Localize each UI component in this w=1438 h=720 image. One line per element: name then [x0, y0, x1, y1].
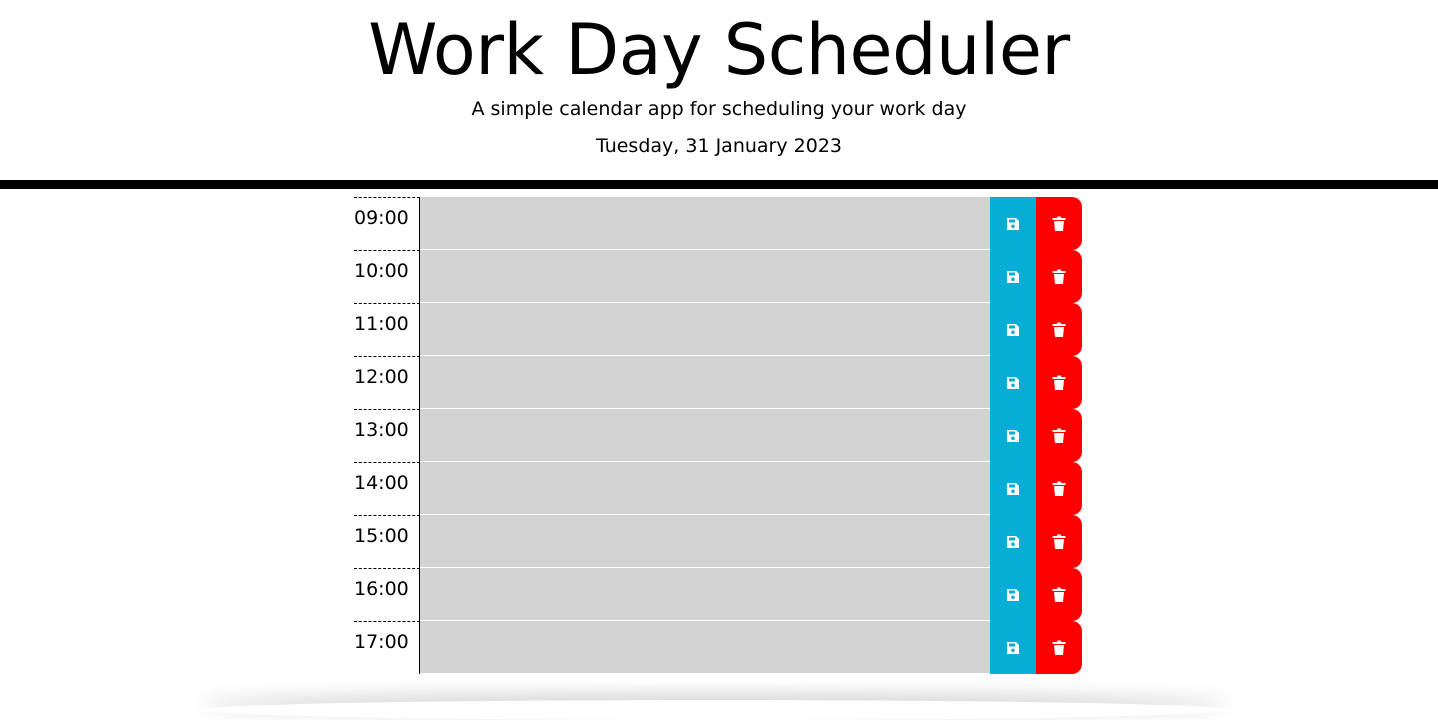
hour-label: 10:00: [354, 250, 420, 303]
floppy-disk-icon: [1006, 217, 1020, 231]
trash-icon: [1052, 322, 1066, 338]
hour-label: 14:00: [354, 462, 420, 515]
floppy-disk-icon: [1006, 270, 1020, 284]
description-input[interactable]: [420, 462, 990, 515]
save-button[interactable]: [990, 568, 1036, 621]
time-block-17: 17:00: [354, 621, 1082, 674]
hour-label: 11:00: [354, 303, 420, 356]
header: Work Day Scheduler A simple calendar app…: [0, 0, 1438, 189]
description-input[interactable]: [420, 197, 990, 250]
time-block-15: 15:00: [354, 515, 1082, 568]
delete-button[interactable]: [1036, 197, 1082, 250]
delete-button[interactable]: [1036, 356, 1082, 409]
schedule-container: 09:00 10:00 11:00 12:00 13:00 14:00 15:0…: [354, 197, 1082, 674]
save-button[interactable]: [990, 409, 1036, 462]
description-input[interactable]: [420, 621, 990, 674]
floppy-disk-icon: [1006, 482, 1020, 496]
floppy-disk-icon: [1006, 588, 1020, 602]
delete-button[interactable]: [1036, 568, 1082, 621]
trash-icon: [1052, 216, 1066, 232]
hour-label: 17:00: [354, 621, 420, 674]
time-block-12: 12:00: [354, 356, 1082, 409]
hour-label: 16:00: [354, 568, 420, 621]
bottom-shadow: [200, 700, 1230, 720]
floppy-disk-icon: [1006, 535, 1020, 549]
hour-label: 09:00: [354, 197, 420, 250]
save-button[interactable]: [990, 303, 1036, 356]
floppy-disk-icon: [1006, 376, 1020, 390]
hour-label: 13:00: [354, 409, 420, 462]
delete-button[interactable]: [1036, 409, 1082, 462]
page-subtitle: A simple calendar app for scheduling you…: [471, 98, 967, 120]
delete-button[interactable]: [1036, 250, 1082, 303]
hour-label: 12:00: [354, 356, 420, 409]
description-input[interactable]: [420, 409, 990, 462]
time-block-13: 13:00: [354, 409, 1082, 462]
description-input[interactable]: [420, 303, 990, 356]
delete-button[interactable]: [1036, 462, 1082, 515]
time-block-10: 10:00: [354, 250, 1082, 303]
time-block-09: 09:00: [354, 197, 1082, 250]
delete-button[interactable]: [1036, 515, 1082, 568]
save-button[interactable]: [990, 462, 1036, 515]
current-day: Tuesday, 31 January 2023: [595, 135, 843, 157]
description-input[interactable]: [420, 568, 990, 621]
description-input[interactable]: [420, 515, 990, 568]
trash-icon: [1052, 534, 1066, 550]
delete-button[interactable]: [1036, 621, 1082, 674]
save-button[interactable]: [990, 515, 1036, 568]
floppy-disk-icon: [1006, 429, 1020, 443]
save-button[interactable]: [990, 356, 1036, 409]
description-input[interactable]: [420, 250, 990, 303]
page-title: Work Day Scheduler: [368, 9, 1070, 91]
save-button[interactable]: [990, 197, 1036, 250]
trash-icon: [1052, 587, 1066, 603]
time-block-16: 16:00: [354, 568, 1082, 621]
delete-button[interactable]: [1036, 303, 1082, 356]
description-input[interactable]: [420, 356, 990, 409]
floppy-disk-icon: [1006, 641, 1020, 655]
trash-icon: [1052, 269, 1066, 285]
floppy-disk-icon: [1006, 323, 1020, 337]
trash-icon: [1052, 640, 1066, 656]
trash-icon: [1052, 375, 1066, 391]
trash-icon: [1052, 481, 1066, 497]
time-block-11: 11:00: [354, 303, 1082, 356]
hour-label: 15:00: [354, 515, 420, 568]
trash-icon: [1052, 428, 1066, 444]
save-button[interactable]: [990, 250, 1036, 303]
save-button[interactable]: [990, 621, 1036, 674]
time-block-14: 14:00: [354, 462, 1082, 515]
